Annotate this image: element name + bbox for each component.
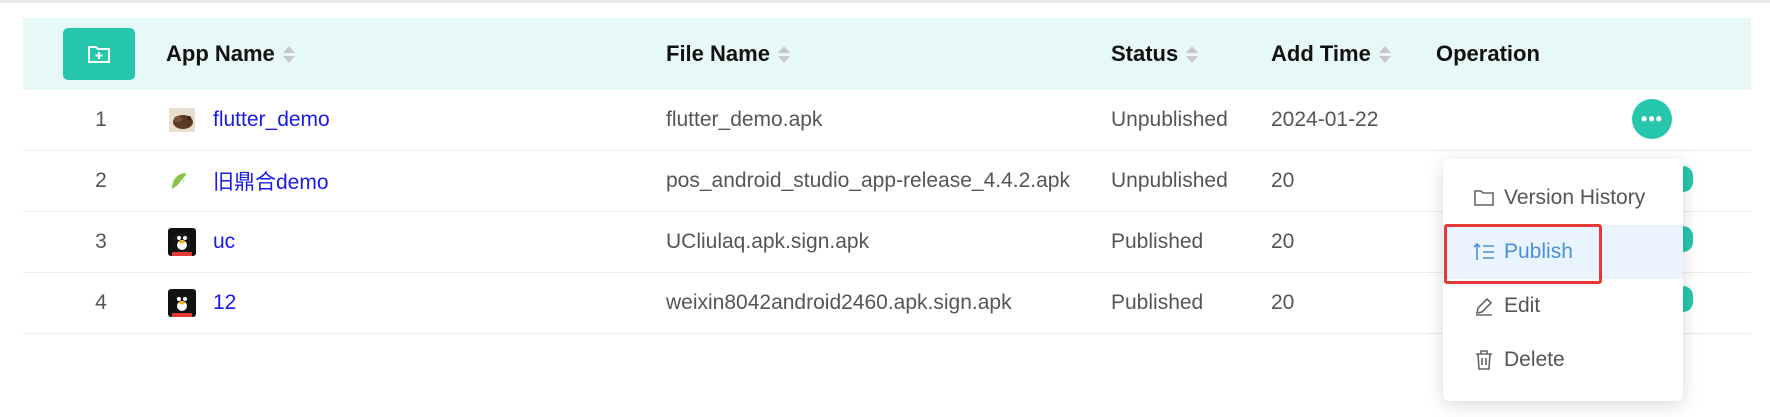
edit-pen-icon bbox=[1473, 295, 1495, 317]
menu-item-publish[interactable]: Publish bbox=[1443, 225, 1683, 279]
row-index: 4 bbox=[95, 291, 107, 314]
sort-icon[interactable] bbox=[1378, 45, 1391, 63]
file-name-cell: UCliulaq.apk.sign.apk bbox=[666, 230, 870, 253]
folder-plus-icon bbox=[88, 46, 110, 63]
add-time-cell: 20 bbox=[1271, 169, 1295, 192]
sort-icon[interactable] bbox=[777, 45, 790, 63]
status-cell: Unpublished bbox=[1111, 169, 1228, 192]
row-index: 1 bbox=[95, 108, 107, 131]
app-name-cell: 旧鼎合demo bbox=[168, 151, 329, 211]
status-cell: Unpublished bbox=[1111, 108, 1228, 131]
app-name-link[interactable]: flutter_demo bbox=[213, 108, 330, 132]
col-add-time[interactable]: Add Time bbox=[1271, 18, 1391, 90]
status-cell: Published bbox=[1111, 230, 1204, 253]
ellipsis-icon: ••• bbox=[1641, 108, 1663, 129]
menu-item-delete[interactable]: Delete bbox=[1443, 333, 1683, 387]
publish-icon bbox=[1473, 241, 1495, 263]
table-row[interactable]: 1 flutter_demo flutter_demo.apk Unpublis… bbox=[23, 90, 1751, 151]
qq-penguin-icon bbox=[168, 228, 196, 256]
col-file-name[interactable]: File Name bbox=[666, 18, 790, 90]
app-name-cell: flutter_demo bbox=[168, 90, 330, 150]
menu-item-label: Version History bbox=[1504, 186, 1646, 209]
new-folder-button[interactable] bbox=[63, 28, 135, 80]
col-operation-label: Operation bbox=[1436, 41, 1540, 66]
trash-icon bbox=[1473, 349, 1495, 371]
file-name-cell: pos_android_studio_app-release_4.4.2.apk bbox=[666, 169, 1070, 192]
col-app-name-label: App Name bbox=[166, 41, 275, 66]
table-header: App Name File Name Status Add Time Opera… bbox=[23, 18, 1751, 90]
row-index: 2 bbox=[95, 169, 107, 192]
menu-item-label: Publish bbox=[1504, 240, 1573, 263]
col-add-time-label: Add Time bbox=[1271, 41, 1371, 66]
col-file-name-label: File Name bbox=[666, 41, 770, 66]
menu-item-label: Delete bbox=[1504, 348, 1565, 371]
flutter-app-icon bbox=[168, 106, 196, 134]
menu-item-edit[interactable]: Edit bbox=[1443, 279, 1683, 333]
col-app-name[interactable]: App Name bbox=[166, 18, 295, 90]
add-time-cell: 20 bbox=[1271, 291, 1295, 314]
row-index: 3 bbox=[95, 230, 107, 253]
add-time-cell: 2024-01-22 bbox=[1271, 108, 1379, 131]
app-name-cell: 12 bbox=[168, 273, 236, 333]
more-actions-button[interactable]: ••• bbox=[1632, 99, 1672, 139]
file-name-cell: flutter_demo.apk bbox=[666, 108, 823, 131]
sort-icon[interactable] bbox=[1186, 45, 1199, 63]
file-name-cell: weixin8042android2460.apk.sign.apk bbox=[666, 291, 1012, 314]
app-name-cell: uc bbox=[168, 212, 235, 272]
operation-dropdown-menu: Version History Publish Edit Delete bbox=[1443, 159, 1683, 401]
app-name-link[interactable]: uc bbox=[213, 230, 235, 254]
app-name-link[interactable]: 12 bbox=[213, 291, 236, 315]
col-status-label: Status bbox=[1111, 41, 1179, 66]
menu-item-label: Edit bbox=[1504, 294, 1541, 317]
add-time-cell: 20 bbox=[1271, 230, 1295, 253]
status-cell: Published bbox=[1111, 291, 1204, 314]
col-status[interactable]: Status bbox=[1111, 18, 1199, 90]
top-divider bbox=[0, 0, 1770, 3]
sort-icon[interactable] bbox=[282, 45, 295, 63]
android-app-icon bbox=[168, 167, 196, 195]
col-operation: Operation bbox=[1436, 18, 1540, 90]
app-name-link[interactable]: 旧鼎合demo bbox=[213, 166, 329, 196]
folder-icon bbox=[1473, 187, 1495, 209]
qq-penguin-icon bbox=[168, 289, 196, 317]
menu-item-version-history[interactable]: Version History bbox=[1443, 171, 1683, 225]
